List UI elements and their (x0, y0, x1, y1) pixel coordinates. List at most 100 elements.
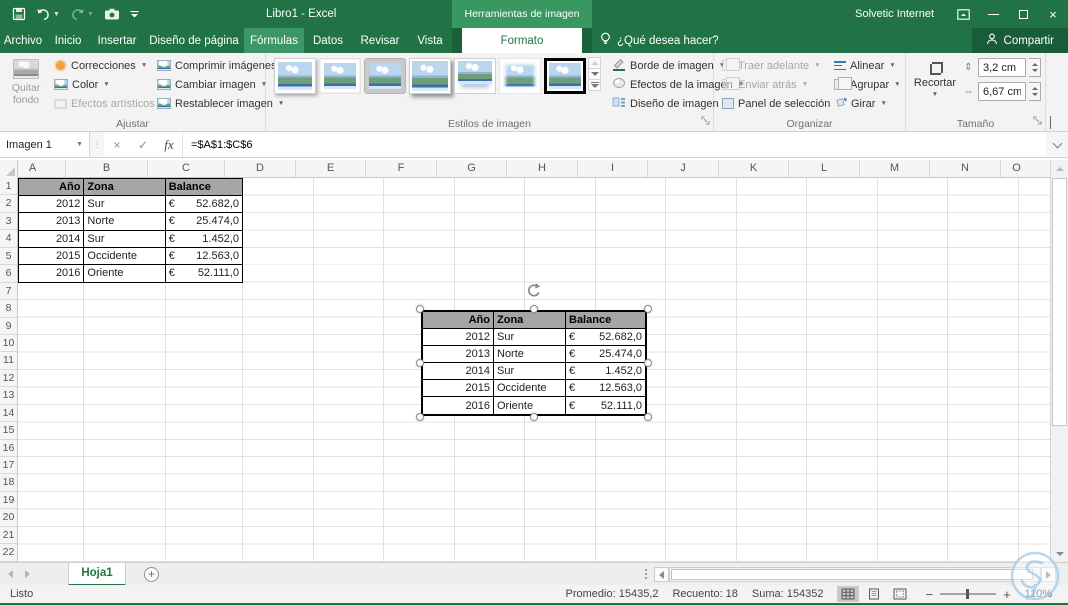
column-header[interactable]: N (930, 160, 1001, 177)
column-header[interactable]: H (507, 160, 578, 177)
row-number[interactable]: 22 (0, 544, 17, 561)
tab-inicio[interactable]: Inicio (46, 28, 90, 53)
row-number[interactable]: 1 (0, 178, 17, 195)
row-number[interactable]: 12 (0, 370, 17, 387)
normal-view-icon[interactable] (837, 586, 859, 602)
new-sheet-button[interactable]: + (144, 567, 159, 582)
insert-function-icon[interactable]: fx (156, 137, 182, 153)
horizontal-scrollbar[interactable] (669, 567, 1041, 582)
tab-datos[interactable]: Datos (304, 28, 352, 53)
account-name[interactable]: Solvetic Internet (855, 8, 934, 20)
collapse-ribbon-button[interactable] (1050, 117, 1060, 125)
picture-style-thumbnail[interactable] (544, 58, 586, 94)
cell-balance[interactable]: € 25.474,0 (166, 213, 242, 230)
column-header[interactable]: G (437, 160, 507, 177)
maximize-button[interactable] (1008, 0, 1038, 28)
cell-balance[interactable]: € 1.452,0 (166, 231, 242, 248)
column-header[interactable]: F (366, 160, 437, 177)
undo-dropdown-icon[interactable]: ▼ (53, 11, 60, 18)
page-layout-view-icon[interactable] (863, 586, 885, 602)
camera-icon[interactable] (104, 8, 120, 20)
expand-formula-bar-button[interactable] (1046, 132, 1068, 157)
picture-style-thumbnail[interactable] (499, 58, 541, 94)
row-number[interactable]: 2 (0, 195, 17, 212)
width-spinner[interactable] (1029, 82, 1041, 101)
hscroll-left-icon[interactable] (654, 567, 669, 582)
formula-bar-splitter[interactable]: ⋮ (90, 132, 104, 157)
row-number[interactable]: 16 (0, 440, 17, 457)
row-number[interactable]: 19 (0, 492, 17, 509)
row-number[interactable]: 17 (0, 457, 17, 474)
column-header[interactable]: M (860, 160, 930, 177)
selection-handle-s[interactable] (530, 413, 538, 421)
tab-archivo[interactable]: Archivo (0, 28, 46, 53)
correcciones-button[interactable]: Correcciones▼ (52, 56, 168, 75)
row-number[interactable]: 18 (0, 474, 17, 491)
cell-balance[interactable]: € 52.682,0 (166, 196, 242, 213)
picture-style-thumbnail[interactable] (319, 58, 361, 94)
share-button[interactable]: Compartir (972, 28, 1068, 53)
rotate-handle-icon[interactable] (525, 282, 543, 303)
row-number[interactable]: 15 (0, 422, 17, 439)
column-header[interactable]: I (578, 160, 648, 177)
agrupar-button[interactable]: Agrupar▼ (832, 75, 903, 94)
cell-zona[interactable]: Norte (84, 213, 165, 230)
column-header[interactable]: J (648, 160, 719, 177)
scroll-down-icon[interactable] (1051, 545, 1068, 562)
undo-icon[interactable]: ▼ (36, 8, 60, 21)
cell-zona[interactable]: Sur (84, 231, 165, 248)
alinear-button[interactable]: Alinear▼ (832, 56, 903, 75)
tab-vista[interactable]: Vista (408, 28, 452, 53)
cell-year[interactable]: 2015 (19, 248, 84, 265)
row-number[interactable]: 8 (0, 300, 17, 317)
column-header[interactable]: L (789, 160, 860, 177)
cell-zona[interactable]: Sur (84, 196, 165, 213)
cell-balance[interactable]: € 12.563,0 (166, 248, 242, 265)
page-break-view-icon[interactable] (889, 586, 911, 602)
scroll-up-icon[interactable] (1051, 160, 1068, 177)
height-spinner[interactable] (1029, 58, 1041, 77)
selected-picture[interactable]: Año Zona Balance 2012 Sur € 52 (421, 310, 647, 416)
sheet-grid[interactable]: 1 2 3 4 5 6 7 8 9 10 11 12 (0, 178, 1050, 562)
row-number[interactable]: 3 (0, 213, 17, 230)
ribbon-display-options-icon[interactable] (948, 0, 978, 28)
selection-handle-se[interactable] (644, 413, 652, 421)
hscroll-right-icon[interactable] (1041, 567, 1056, 582)
next-sheet-icon[interactable] (25, 570, 30, 578)
picture-style-thumbnail[interactable] (364, 58, 406, 94)
recortar-button[interactable]: Recortar ▼ (912, 56, 958, 118)
select-all-corner[interactable] (0, 160, 18, 178)
name-box-dropdown-icon[interactable]: ▼ (76, 141, 83, 148)
selection-handle-w[interactable] (416, 359, 424, 367)
tab-diseno-de-pagina[interactable]: Diseño de página (144, 28, 244, 53)
column-header[interactable]: D (225, 160, 296, 177)
column-header[interactable]: C (148, 160, 225, 177)
previous-sheet-icon[interactable] (8, 570, 13, 578)
column-header[interactable]: O (1001, 160, 1032, 177)
selection-handle-n[interactable] (530, 305, 538, 313)
row-number[interactable]: 21 (0, 527, 17, 544)
gallery-more-button[interactable] (588, 79, 601, 91)
close-button[interactable]: × (1038, 0, 1068, 28)
height-input[interactable] (978, 58, 1026, 77)
cell-zona[interactable]: Oriente (84, 265, 165, 282)
tab-insertar[interactable]: Insertar (90, 28, 144, 53)
estilos-dialog-launcher-icon[interactable] (701, 116, 710, 128)
save-icon[interactable] (12, 7, 26, 21)
picture-frame[interactable]: Año Zona Balance 2012 Sur € 52 (421, 310, 647, 416)
cell-year[interactable]: 2014 (19, 231, 84, 248)
selection-handle-sw[interactable] (416, 413, 424, 421)
header-cell-ano[interactable]: Año (19, 179, 84, 196)
zoom-in-button[interactable]: + (1003, 588, 1011, 601)
tab-formulas[interactable]: Fórmulas (244, 28, 304, 53)
tab-revisar[interactable]: Revisar (352, 28, 408, 53)
tab-scrollbar-splitter[interactable] (644, 568, 648, 581)
row-number[interactable]: 14 (0, 405, 17, 422)
color-button[interactable]: Color▼ (52, 75, 168, 94)
cell-zona[interactable]: Occidente (84, 248, 165, 265)
row-number[interactable]: 5 (0, 248, 17, 265)
row-number[interactable]: 10 (0, 335, 17, 352)
selection-handle-ne[interactable] (644, 305, 652, 313)
cell-year[interactable]: 2013 (19, 213, 84, 230)
row-number[interactable]: 13 (0, 387, 17, 404)
